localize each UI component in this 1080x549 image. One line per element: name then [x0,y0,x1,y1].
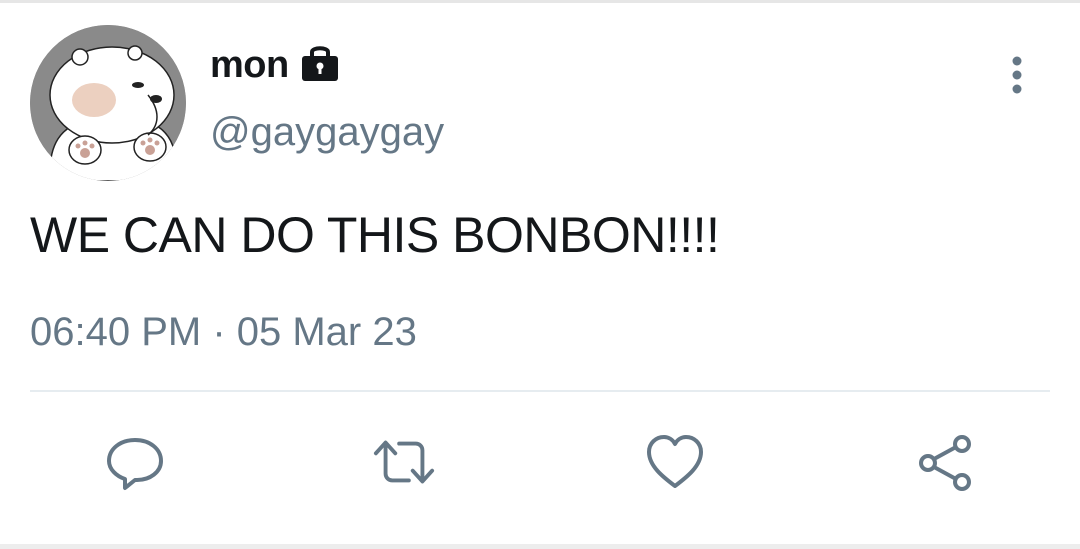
lock-icon [299,41,341,83]
user-handle[interactable]: @gaygaygay [210,110,444,155]
retweet-icon [373,440,435,484]
reply-icon [107,438,163,490]
retweet-button[interactable] [372,430,436,494]
top-border [0,0,1080,3]
avatar[interactable] [30,25,186,181]
tweet-timestamp: 06:40 PM · 05 Mar 23 [30,310,417,354]
like-button[interactable] [643,430,707,494]
polar-bear-avatar-image [30,25,186,181]
author-row: mon [210,40,341,90]
more-vertical-icon[interactable] [1000,55,1034,95]
display-name[interactable]: mon [210,44,289,87]
divider [30,390,1050,392]
tweet-text: WE CAN DO THIS BONBON!!!! [30,207,720,263]
heart-icon [647,435,703,488]
bottom-border [0,544,1080,549]
share-icon [919,435,971,491]
share-button[interactable] [913,430,977,494]
reply-button[interactable] [103,430,167,494]
